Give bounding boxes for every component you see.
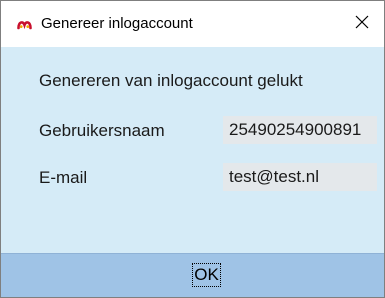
username-value: 25490254900891: [223, 116, 377, 144]
dialog-content: Genereren van inlogaccount gelukt Gebrui…: [1, 47, 384, 253]
email-label: E-mail: [39, 168, 88, 187]
title-bar[interactable]: Genereer inlogaccount: [1, 1, 384, 47]
window-title: Genereer inlogaccount: [41, 15, 193, 32]
dialog-window: Genereer inlogaccount Genereren van inlo…: [0, 0, 385, 298]
success-message: Genereren van inlogaccount gelukt: [39, 71, 303, 90]
close-icon: [355, 15, 369, 34]
close-button[interactable]: [340, 1, 384, 47]
email-value: test@test.nl: [223, 163, 377, 191]
ok-button[interactable]: OK: [192, 263, 221, 287]
username-label: Gebruikersnaam: [39, 121, 165, 140]
button-bar: OK: [1, 253, 384, 297]
app-logo-icon: [17, 18, 32, 30]
